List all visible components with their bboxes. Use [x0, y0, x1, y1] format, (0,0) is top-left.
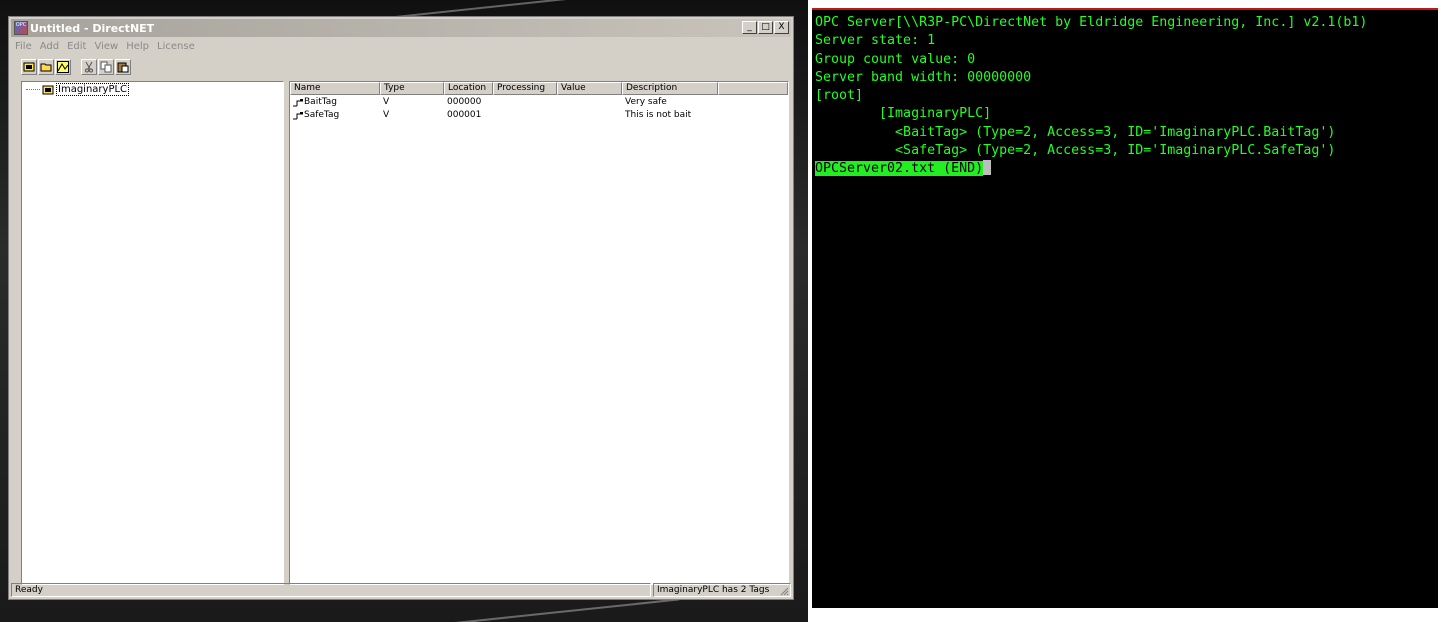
tag-name: SafeTag — [304, 110, 340, 120]
window-controls: _ □ X — [742, 21, 789, 34]
cell-description: Very safe — [625, 97, 667, 107]
copy-icon — [100, 61, 112, 73]
cell-processing — [493, 96, 557, 109]
terminal-line: Server band width: 00000000 — [815, 69, 1032, 85]
terminal-line: OPC Server[\\R3P-PC\DirectNet by Eldridg… — [815, 15, 1368, 30]
directnet-window: OPC Untitled - DirectNET _ □ X File Add … — [8, 16, 794, 600]
menu-help[interactable]: Help — [126, 41, 149, 52]
title-bar[interactable]: OPC Untitled - DirectNET _ □ X — [11, 19, 791, 37]
terminal-footer-line: OPCServer02.txt (END) — [815, 160, 1438, 178]
maximize-button[interactable]: □ — [758, 21, 773, 34]
window-title: Untitled - DirectNET — [30, 21, 155, 35]
menu-add[interactable]: Add — [40, 41, 59, 52]
new-device-button[interactable] — [21, 59, 37, 75]
cell-value — [557, 109, 622, 122]
terminal-cursor — [983, 160, 992, 176]
terminal-output[interactable]: OPC Server[\\R3P-PC\DirectNet by Eldridg… — [812, 8, 1438, 608]
column-header-processing[interactable]: Processing — [493, 82, 557, 95]
table-row[interactable]: BaitTag V 000000 Very safe — [290, 96, 718, 109]
column-header-type[interactable]: Type — [380, 82, 444, 95]
column-header-description[interactable]: Description — [622, 82, 718, 95]
tag-icon — [293, 112, 303, 120]
status-tag-count-text: ImaginaryPLC has 2 Tags — [657, 585, 770, 595]
copy-button[interactable] — [98, 59, 114, 75]
cut-icon — [85, 61, 93, 73]
terminal-line: [ImaginaryPLC] — [815, 106, 992, 122]
tag-name: BaitTag — [304, 97, 337, 107]
desktop-background: OPC Untitled - DirectNET _ □ X File Add … — [0, 0, 808, 622]
new-device-icon — [23, 62, 35, 72]
pager-footer: OPCServer02.txt (END) — [815, 161, 984, 177]
opc-app-icon: OPC — [14, 21, 28, 35]
cell-name: BaitTag — [290, 96, 380, 109]
status-bar: Ready ImaginaryPLC has 2 Tags — [11, 583, 791, 597]
desktop-streak — [420, 598, 680, 622]
status-text: Ready — [11, 583, 651, 597]
table-row[interactable]: SafeTag V 000001 This is not bait — [290, 109, 718, 122]
cell-value — [557, 96, 622, 109]
cell-location: 000000 — [447, 97, 482, 107]
menu-view[interactable]: View — [94, 41, 118, 52]
close-button[interactable]: X — [774, 21, 789, 34]
cell-processing — [493, 109, 557, 122]
paste-button[interactable] — [115, 59, 131, 75]
open-button[interactable] — [38, 59, 54, 75]
tree-item-imaginaryplc[interactable]: ImaginaryPLC — [26, 83, 130, 96]
device-tree[interactable]: ImaginaryPLC — [21, 81, 284, 585]
terminal-line: [root] — [815, 88, 864, 104]
tag-icon — [293, 99, 303, 107]
cell-type: V — [383, 110, 390, 120]
column-header-value[interactable]: Value — [557, 82, 622, 95]
minimize-button[interactable]: _ — [742, 21, 757, 34]
menu-bar: File Add Edit View Help License — [11, 38, 791, 54]
terminal-line: Group count value: 0 — [815, 51, 976, 67]
terminal-line: <SafeTag> (Type=2, Access=3, ID='Imagina… — [815, 143, 1336, 159]
trend-icon — [57, 61, 69, 73]
cell-name: SafeTag — [290, 109, 380, 122]
open-icon — [40, 63, 52, 72]
tree-item-label: ImaginaryPLC — [55, 83, 130, 96]
status-tag-count: ImaginaryPLC has 2 Tags — [653, 583, 791, 597]
toolbar — [21, 57, 131, 77]
terminal-line: Server state: 1 — [815, 33, 936, 49]
list-header: Name Type Location Processing Value Desc… — [290, 82, 788, 95]
tree-connector — [26, 89, 40, 90]
resize-grip-icon[interactable] — [779, 586, 789, 596]
column-header-location[interactable]: Location — [444, 82, 493, 95]
trend-button[interactable] — [55, 59, 71, 75]
column-header-name[interactable]: Name — [290, 82, 380, 95]
plc-icon — [42, 85, 54, 95]
cut-button[interactable] — [81, 59, 97, 75]
column-header-blank — [718, 82, 788, 95]
menu-license[interactable]: License — [157, 41, 195, 52]
cell-type: V — [383, 97, 390, 107]
cell-description: This is not bait — [625, 110, 692, 120]
cell-location: 000001 — [447, 110, 482, 120]
tag-list[interactable]: Name Type Location Processing Value Desc… — [289, 81, 789, 585]
menu-edit[interactable]: Edit — [67, 41, 86, 52]
menu-file[interactable]: File — [15, 41, 32, 52]
terminal-line: <BaitTag> (Type=2, Access=3, ID='Imagina… — [815, 124, 1336, 140]
paste-icon — [117, 62, 129, 73]
